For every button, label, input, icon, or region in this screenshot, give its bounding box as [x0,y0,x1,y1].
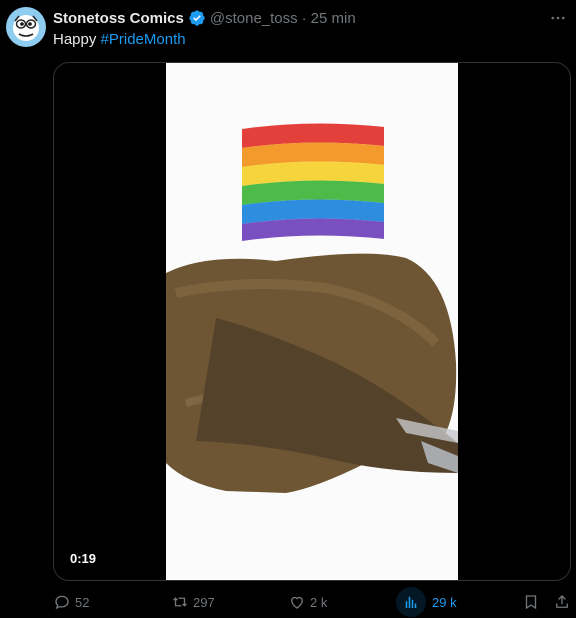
share-button[interactable] [553,593,571,611]
video-player[interactable]: 0:19 [53,62,571,581]
repost-count: 297 [193,594,215,610]
video-thumbnail [166,123,458,493]
rainbow-flag-image [242,123,384,241]
post-text: Happy #PrideMonth [53,31,186,48]
views-count: 29 k [432,594,457,610]
reply-button[interactable]: 52 [53,593,89,611]
video-frame[interactable] [166,63,458,580]
author-name[interactable]: Stonetoss Comics [53,10,184,27]
heart-icon [291,596,303,609]
reply-count: 52 [75,594,90,610]
views-button[interactable]: 29 k [396,587,457,617]
post-timestamp[interactable]: 25 min [311,10,356,27]
separator-dot: · [301,9,307,27]
bookmark-icon [525,595,537,610]
post-actions: 52 297 2 k 29 k [53,587,576,617]
post-header: Stonetoss Comics @stone_toss · 25 min [53,8,564,28]
verified-badge-icon [188,9,206,27]
like-count: 2 k [310,594,328,610]
knife-with-spread-image [166,253,458,493]
views-chart-icon [405,596,417,608]
avatar[interactable] [6,7,46,47]
post-text-prefix: Happy [53,31,97,48]
repost-icon [173,597,187,607]
more-dots-icon[interactable] [546,6,570,30]
avatar-cartoon-face [13,15,39,41]
like-button[interactable]: 2 k [288,593,327,611]
author-handle[interactable]: @stone_toss [210,10,298,27]
reply-icon [55,595,69,610]
video-duration: 0:19 [64,549,103,568]
hashtag-link[interactable]: #PrideMonth [101,31,186,48]
views-highlight [396,587,426,617]
bookmark-button[interactable] [522,593,540,611]
repost-button[interactable]: 297 [171,593,215,611]
share-icon [556,595,568,608]
